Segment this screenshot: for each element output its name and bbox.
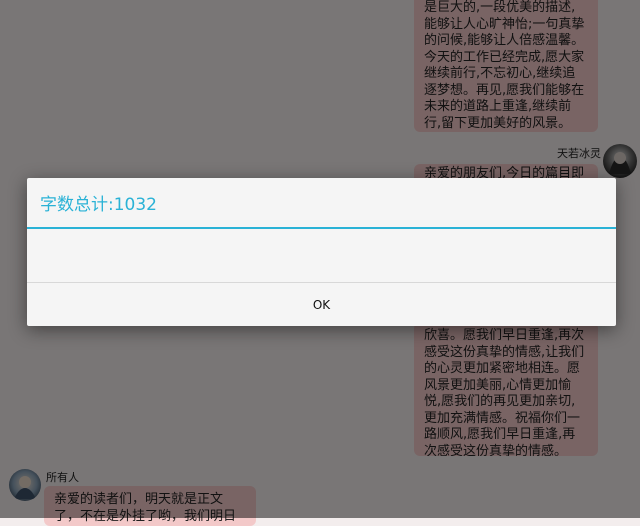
word-count-dialog: 字数总计:1032 OK [27, 178, 616, 326]
ok-button[interactable]: OK [27, 283, 616, 326]
dialog-body [27, 229, 616, 282]
dialog-title: 字数总计:1032 [40, 195, 157, 215]
